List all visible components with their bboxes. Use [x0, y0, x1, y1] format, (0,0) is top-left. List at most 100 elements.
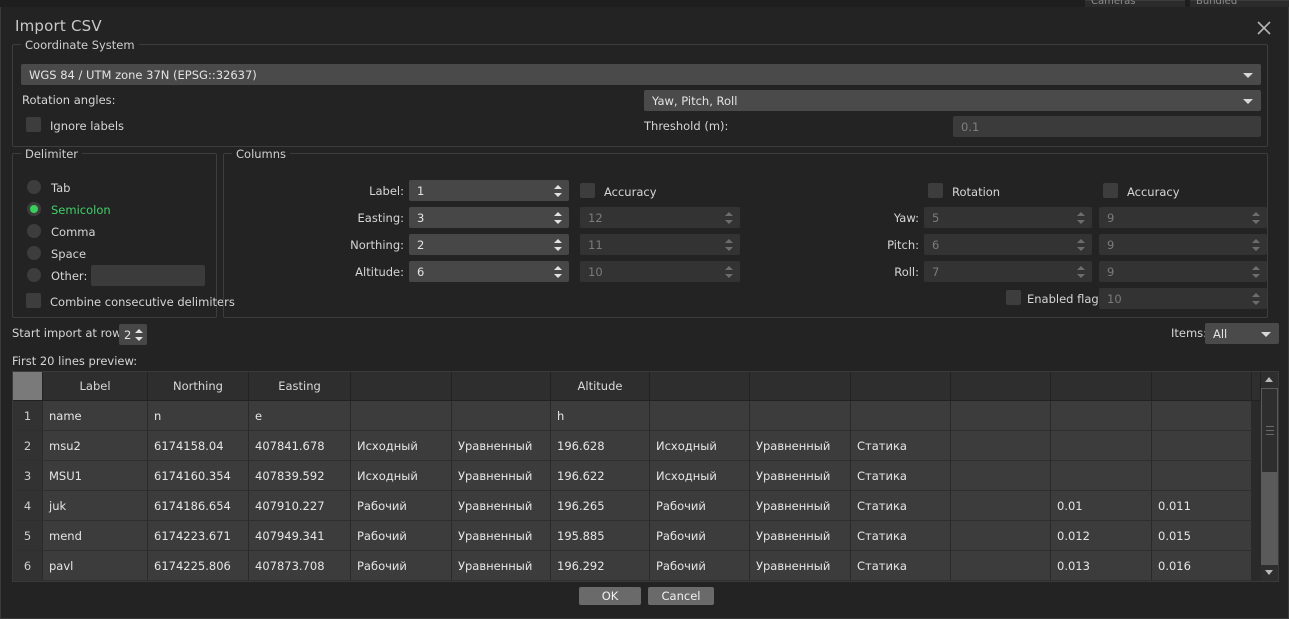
table-cell[interactable] — [1051, 461, 1152, 491]
table-cell[interactable]: Статика — [851, 491, 951, 521]
table-header-col7[interactable] — [650, 372, 750, 401]
table-header-col4[interactable] — [351, 372, 452, 401]
table-cell[interactable]: Уравненный — [452, 431, 551, 461]
table-cell[interactable]: Рабочий — [650, 521, 750, 551]
spin-down-icon[interactable] — [135, 337, 143, 341]
table-header-col11[interactable] — [1051, 372, 1152, 401]
spin-up-icon[interactable] — [554, 212, 562, 216]
table-header-altitude[interactable]: Altitude — [551, 372, 650, 401]
table-cell[interactable]: Уравненный — [750, 431, 851, 461]
table-cell[interactable]: 0.013 — [1051, 551, 1152, 581]
table-cell[interactable]: Исходный — [351, 431, 452, 461]
table-cell[interactable] — [851, 401, 951, 431]
column-altitude-spin[interactable]: 6 — [409, 261, 569, 282]
table-cell[interactable]: 407873.708 — [249, 551, 351, 581]
spin-down-icon[interactable] — [725, 220, 733, 224]
table-cell[interactable]: Рабочий — [650, 491, 750, 521]
table-cell[interactable]: 6174160.354 — [148, 461, 249, 491]
table-cell[interactable]: Уравненный — [452, 461, 551, 491]
combine-delimiters-checkbox[interactable] — [26, 293, 41, 308]
table-cell[interactable]: Уравненный — [750, 461, 851, 491]
table-vertical-scrollbar[interactable] — [1261, 372, 1278, 581]
spin-down-icon[interactable] — [1252, 220, 1260, 224]
accuracy-pitch-spin[interactable]: 9 — [1099, 234, 1267, 255]
delimiter-radio-semicolon[interactable] — [27, 202, 41, 216]
table-cell[interactable]: 0.012 — [1051, 521, 1152, 551]
spin-up-icon[interactable] — [554, 239, 562, 243]
table-cell[interactable]: 407839.592 — [249, 461, 351, 491]
spin-up-icon[interactable] — [554, 185, 562, 189]
table-row[interactable]: 6 pavl 6174225.806 407873.708 Рабочий Ур… — [13, 551, 1261, 581]
table-cell[interactable] — [1051, 431, 1152, 461]
table-cell[interactable]: 407949.341 — [249, 521, 351, 551]
delimiter-radio-tab[interactable] — [27, 180, 41, 194]
column-roll-spin[interactable]: 7 — [924, 261, 1092, 282]
table-cell[interactable]: 6174186.654 — [148, 491, 249, 521]
background-tab-cameras[interactable]: Cameras — [1085, 0, 1185, 7]
table-cell[interactable] — [351, 401, 452, 431]
table-cell[interactable] — [1152, 401, 1252, 431]
table-cell[interactable] — [1051, 401, 1152, 431]
table-cell[interactable]: Уравненный — [750, 551, 851, 581]
table-header-col10[interactable] — [951, 372, 1051, 401]
table-cell[interactable] — [650, 401, 750, 431]
spin-down-icon[interactable] — [1252, 301, 1260, 305]
table-cell[interactable]: Рабочий — [351, 491, 452, 521]
table-cell[interactable]: Уравненный — [750, 491, 851, 521]
table-cell[interactable]: Уравненный — [452, 551, 551, 581]
table-header-col8[interactable] — [750, 372, 851, 401]
spin-up-icon[interactable] — [1077, 212, 1085, 216]
table-header-label[interactable]: Label — [43, 372, 148, 401]
spin-down-icon[interactable] — [725, 247, 733, 251]
table-cell[interactable]: 196.292 — [551, 551, 650, 581]
table-cell[interactable]: Уравненный — [452, 521, 551, 551]
items-combobox[interactable]: All — [1205, 323, 1279, 344]
table-cell[interactable]: 195.885 — [551, 521, 650, 551]
spin-up-icon[interactable] — [135, 329, 143, 333]
table-row[interactable]: 4 juk 6174186.654 407910.227 Рабочий Ура… — [13, 491, 1261, 521]
table-row[interactable]: 1 name n e h — [13, 401, 1261, 431]
table-cell[interactable]: h — [551, 401, 650, 431]
table-cell[interactable]: Статика — [851, 521, 951, 551]
table-corner-cell[interactable] — [13, 372, 43, 401]
table-cell[interactable]: 196.628 — [551, 431, 650, 461]
table-cell[interactable]: name — [43, 401, 148, 431]
crs-combobox[interactable]: WGS 84 / UTM zone 37N (EPSG::32637) — [21, 64, 1261, 85]
table-header-easting[interactable]: Easting — [249, 372, 351, 401]
threshold-input[interactable]: 0.1 — [953, 116, 1261, 137]
table-cell[interactable] — [951, 491, 1051, 521]
table-header-northing[interactable]: Northing — [148, 372, 249, 401]
table-cell[interactable]: Исходный — [351, 461, 452, 491]
table-cell[interactable] — [951, 401, 1051, 431]
cancel-button[interactable]: Cancel — [648, 587, 714, 605]
accuracy-easting-spin[interactable]: 12 — [580, 207, 740, 228]
spin-down-icon[interactable] — [1077, 247, 1085, 251]
table-cell[interactable]: Рабочий — [351, 551, 452, 581]
accuracy-roll-spin[interactable]: 9 — [1099, 261, 1267, 282]
accuracy-yaw-spin[interactable]: 9 — [1099, 207, 1267, 228]
table-cell[interactable]: 196.622 — [551, 461, 650, 491]
spin-up-icon[interactable] — [725, 266, 733, 270]
enabled-flag-checkbox[interactable] — [1006, 290, 1021, 305]
table-cell[interactable]: 0.01 — [1051, 491, 1152, 521]
table-cell[interactable]: 6174158.04 — [148, 431, 249, 461]
table-cell[interactable]: Рабочий — [351, 521, 452, 551]
table-cell[interactable] — [1152, 461, 1252, 491]
table-header-col5[interactable] — [452, 372, 551, 401]
spin-down-icon[interactable] — [725, 274, 733, 278]
spin-up-icon[interactable] — [1077, 239, 1085, 243]
column-easting-spin[interactable]: 3 — [409, 207, 569, 228]
table-header-col9[interactable] — [851, 372, 951, 401]
table-cell[interactable]: 6174225.806 — [148, 551, 249, 581]
delimiter-radio-other[interactable] — [27, 268, 41, 282]
column-northing-spin[interactable]: 2 — [409, 234, 569, 255]
scrollbar-thumb[interactable] — [1262, 389, 1277, 472]
spin-up-icon[interactable] — [554, 266, 562, 270]
table-row[interactable]: 3 MSU1 6174160.354 407839.592 Исходный У… — [13, 461, 1261, 491]
table-cell[interactable]: Исходный — [650, 431, 750, 461]
background-tab-bundled[interactable]: Bundled — [1190, 0, 1289, 7]
table-cell[interactable]: n — [148, 401, 249, 431]
scroll-down-button[interactable] — [1261, 565, 1278, 581]
start-import-row-spin[interactable]: 2 — [119, 324, 147, 345]
spin-up-icon[interactable] — [1252, 266, 1260, 270]
